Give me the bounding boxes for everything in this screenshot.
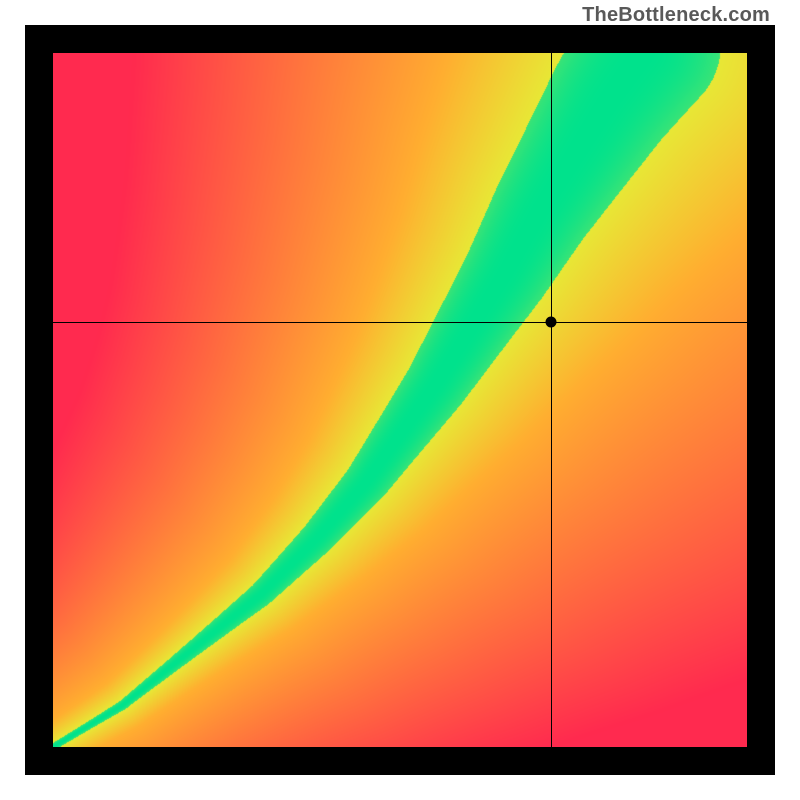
watermark-text: TheBottleneck.com — [582, 4, 770, 27]
crosshair-vertical — [551, 53, 552, 747]
crosshair-horizontal — [53, 322, 747, 323]
heatmap-canvas — [53, 53, 747, 747]
selection-marker — [546, 316, 557, 327]
plot-frame — [25, 25, 775, 775]
